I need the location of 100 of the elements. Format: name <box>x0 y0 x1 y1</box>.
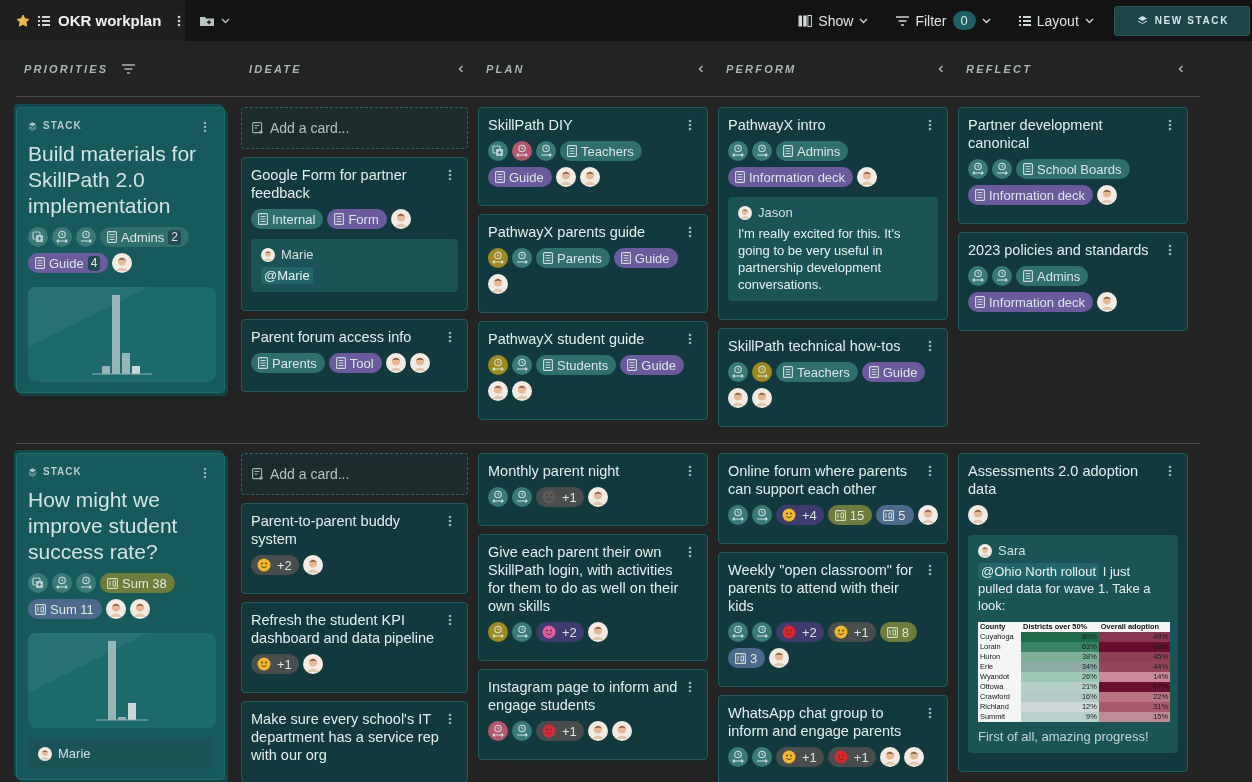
reaction-pill[interactable]: +1 <box>251 654 299 674</box>
more-icon[interactable] <box>1168 465 1172 477</box>
more-icon[interactable] <box>688 226 692 238</box>
reaction-pill[interactable]: +1 <box>776 747 824 767</box>
copy-icon[interactable] <box>28 227 48 247</box>
collapse-icon[interactable] <box>698 64 704 73</box>
collapse-icon[interactable] <box>458 64 464 73</box>
more-icon[interactable] <box>688 681 692 693</box>
person-clock-icon[interactable] <box>52 573 72 593</box>
person-clock-icon[interactable] <box>76 573 96 593</box>
task-card[interactable]: Weekly "open classroom" for parents to attend with their kids +2 +1 8 3 <box>718 552 948 687</box>
collapse-icon[interactable] <box>938 64 944 73</box>
person-clock-icon[interactable] <box>488 487 508 507</box>
person-clock-icon[interactable] <box>968 266 988 286</box>
more-icon[interactable] <box>688 333 692 345</box>
document-icon <box>543 359 553 371</box>
add-card-button[interactable]: Add a card... <box>241 453 468 495</box>
person-clock-icon[interactable] <box>752 362 772 382</box>
more-icon[interactable] <box>177 14 182 27</box>
task-card[interactable]: Parent forum access info Parents Tool <box>241 319 468 392</box>
task-card[interactable]: PathwayX parents guide Parents Guide <box>478 214 708 313</box>
filter-button[interactable]: Filter 0 <box>888 7 999 34</box>
person-clock-icon[interactable] <box>968 159 988 179</box>
person-clock-icon[interactable] <box>752 747 772 767</box>
task-card[interactable]: Instagram page to inform and engage students +1 <box>478 669 708 760</box>
reaction-pill[interactable]: +2 <box>536 622 584 642</box>
more-icon[interactable] <box>928 119 932 131</box>
person-clock-icon[interactable] <box>728 362 748 382</box>
task-card[interactable]: SkillPath technical how-tos Teachers Guide <box>718 328 948 427</box>
task-card[interactable]: Parent-to-parent buddy system +2 <box>241 503 468 594</box>
person-clock-icon[interactable] <box>992 159 1012 179</box>
more-icon[interactable] <box>1168 119 1172 131</box>
add-card-button[interactable]: Add a card... <box>241 107 468 149</box>
person-clock-icon[interactable] <box>992 266 1012 286</box>
task-card[interactable] <box>958 453 1188 772</box>
person-clock-icon[interactable] <box>752 505 772 525</box>
task-card[interactable]: Partner development canonical School Boards Information deck <box>958 107 1188 224</box>
board-tab[interactable]: OKR workplan <box>0 0 185 41</box>
person-clock-icon[interactable] <box>512 622 532 642</box>
person-clock-icon[interactable] <box>488 248 508 268</box>
more-icon[interactable] <box>928 465 932 477</box>
more-icon[interactable] <box>688 465 692 477</box>
collapse-icon[interactable] <box>1178 64 1184 73</box>
person-clock-icon[interactable] <box>752 141 772 161</box>
reaction-pill[interactable]: +1 <box>827 747 876 767</box>
person-clock-icon[interactable] <box>488 622 508 642</box>
more-icon[interactable] <box>928 340 932 352</box>
task-card[interactable]: Online forum where parents can support each other +4 15 5 <box>718 453 948 544</box>
task-card[interactable]: WhatsApp chat group to inform and engage parents +1 +1 <box>718 695 948 782</box>
more-icon[interactable] <box>688 546 692 558</box>
person-clock-icon[interactable] <box>76 227 96 247</box>
more-icon[interactable] <box>448 515 452 527</box>
task-card[interactable]: PathwayX student guide Students Guide <box>478 321 708 420</box>
task-card[interactable]: Give each parent their own SkillPath login, with activities for them to do as well on their own skills +2 <box>478 534 708 661</box>
new-stack-button[interactable]: NEW STACK <box>1113 5 1250 36</box>
person-clock-icon[interactable] <box>488 355 508 375</box>
reaction-pill[interactable]: +2 <box>251 555 299 575</box>
person-clock-icon[interactable] <box>728 622 748 642</box>
person-clock-icon[interactable] <box>488 721 508 741</box>
stack-card[interactable]: STACK How might we improve student success rate? Sum 38 Sum 11 Marie <box>16 453 225 780</box>
person-clock-icon[interactable] <box>512 141 532 161</box>
reaction-count: +1 <box>277 656 292 672</box>
reaction-pill[interactable]: +1 <box>536 487 584 507</box>
reaction-pill[interactable]: +1 <box>827 622 876 642</box>
more-icon[interactable] <box>448 713 452 725</box>
reaction-pill[interactable]: +4 <box>776 505 824 525</box>
person-clock-icon[interactable] <box>512 721 532 741</box>
task-card[interactable]: Refresh the student KPI dashboard and data pipeline +1 <box>241 602 468 693</box>
task-card[interactable]: PathwayX intro Admins Information deck Jason I'm really excited for this. It's going to be very useful in partnership development conversations. <box>718 107 948 320</box>
person-clock-icon[interactable] <box>728 747 748 767</box>
task-card[interactable]: Monthly parent night +1 <box>478 453 708 526</box>
person-clock-icon[interactable] <box>512 248 532 268</box>
stack-card[interactable]: STACK Build materials for SkillPath 2.0 implementation Admins 2 Guide 4 <box>16 107 225 393</box>
person-clock-icon[interactable] <box>512 487 532 507</box>
more-icon[interactable] <box>928 707 932 719</box>
person-clock-icon[interactable] <box>728 505 748 525</box>
layout-button[interactable]: Layout <box>1010 8 1102 33</box>
more-icon[interactable] <box>448 614 452 626</box>
more-icon[interactable] <box>928 564 932 576</box>
task-card[interactable]: Make sure every school's IT department has a service rep with our org <box>241 701 468 782</box>
more-icon[interactable] <box>1168 244 1172 256</box>
more-icon[interactable] <box>448 331 452 343</box>
reaction-pill[interactable]: +1 <box>536 721 584 741</box>
task-card[interactable]: Google Form for partner feedback Internal Form Marie @Marie <box>241 157 468 311</box>
task-card[interactable]: SkillPath DIY Teachers Guide <box>478 107 708 206</box>
show-button[interactable]: Show <box>790 8 877 33</box>
person-clock-icon[interactable] <box>52 227 72 247</box>
more-icon[interactable] <box>448 169 452 181</box>
person-clock-icon[interactable] <box>512 355 532 375</box>
avatar <box>738 205 752 220</box>
person-clock-icon[interactable] <box>536 141 556 161</box>
reaction-pill[interactable]: +2 <box>776 622 824 642</box>
star-icon[interactable] <box>16 13 30 28</box>
task-card[interactable]: 2023 policies and standards Admins Information deck <box>958 232 1188 331</box>
person-clock-icon[interactable] <box>752 622 772 642</box>
person-clock-icon[interactable] <box>728 141 748 161</box>
copy-icon[interactable] <box>28 573 48 593</box>
more-icon[interactable] <box>688 119 692 131</box>
sort-icon[interactable] <box>122 63 136 74</box>
copy-icon[interactable] <box>488 141 508 161</box>
